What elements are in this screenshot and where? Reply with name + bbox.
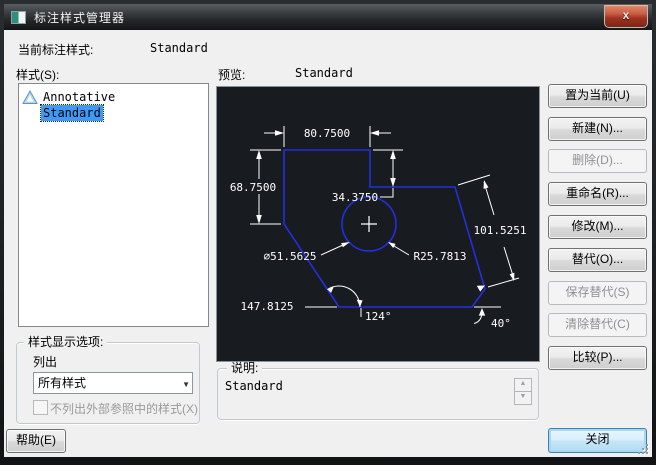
dim-slant-label: 101.5251 [474, 224, 527, 237]
set-current-button[interactable]: 置为当前(U) [548, 84, 647, 108]
window-title: 标注样式管理器 [34, 10, 126, 25]
dim-radius-label: R25.7813 [414, 250, 467, 263]
dimension-style-manager-dialog: 标注样式管理器 x 当前标注样式: Standard 样式(S): 预览: St… [0, 0, 656, 465]
list-filter-label: 列出 [33, 355, 58, 369]
dim-top-label: 80.7500 [304, 127, 350, 140]
dim-left-label: 68.7500 [230, 181, 276, 194]
modify-button[interactable]: 修改(M)... [548, 215, 647, 239]
hide-xref-checkbox[interactable] [33, 400, 48, 415]
center-mark-icon [361, 216, 377, 232]
styles-list-label: 样式(S): [16, 68, 60, 82]
clear-override-button[interactable]: 清除替代(C) [548, 313, 647, 337]
dim-bottom-label: 147.8125 [241, 300, 294, 313]
style-list-item-annotative[interactable]: Annotative [19, 89, 208, 105]
description-scroll-down-icon[interactable]: ▼ [514, 391, 532, 405]
style-item-label-selected: Standard [40, 104, 104, 122]
new-button[interactable]: 新建(N)... [548, 117, 647, 141]
dim-diameter-label: ∅51.5625 [264, 250, 317, 263]
compare-button[interactable]: 比较(P)... [548, 346, 647, 370]
preview-polygon [283, 149, 486, 308]
chevron-down-icon: ▼ [182, 380, 190, 389]
style-item-label: Annotative [43, 90, 116, 104]
style-filter-dropdown[interactable]: 所有样式 ▼ [33, 372, 193, 394]
style-list[interactable]: Annotative Standard [18, 83, 209, 327]
style-list-item-standard[interactable]: Standard [19, 104, 208, 122]
save-override-button[interactable]: 保存替代(S) [548, 281, 647, 305]
dim-angle-right-label: 40° [491, 317, 511, 330]
description-scroll-up-icon[interactable]: ▲ [514, 378, 532, 392]
description-text: Standard [225, 379, 283, 393]
close-icon[interactable]: x [604, 5, 648, 28]
dimension-arrows [256, 130, 515, 316]
dialog-body: 当前标注样式: Standard 样式(S): 预览: Standard Ann… [4, 30, 652, 457]
resize-grip[interactable] [638, 444, 650, 456]
current-style-value: Standard [150, 41, 208, 55]
help-button[interactable]: 帮助(E) [6, 429, 66, 453]
rename-button[interactable]: 重命名(R)... [548, 182, 647, 206]
dim-angle-left-label: 124° [365, 310, 392, 323]
dim-step-label: 34.3750 [332, 191, 378, 204]
close-button[interactable]: 关闭 [548, 428, 647, 453]
preview-canvas: 80.7500 68.7500 34.3750 101.5251 ∅51.562… [230, 126, 527, 330]
description-group-label: 说明: [227, 362, 263, 374]
override-button[interactable]: 替代(O)... [548, 248, 647, 272]
display-options-group-label: 样式显示选项: [24, 336, 108, 348]
preview-style-name: Standard [295, 66, 353, 80]
title-bar: 标注样式管理器 x [4, 4, 652, 30]
preview-label: 预览: [218, 68, 246, 82]
app-icon [11, 10, 26, 24]
style-filter-value: 所有样式 [38, 376, 87, 390]
current-style-label: 当前标注样式: [18, 43, 94, 57]
style-preview-pane: 80.7500 68.7500 34.3750 101.5251 ∅51.562… [216, 86, 540, 362]
delete-button[interactable]: 删除(D)... [548, 149, 647, 173]
hide-xref-checkbox-label: 不列出外部参照中的样式(X) [50, 402, 198, 416]
description-group [217, 368, 539, 420]
